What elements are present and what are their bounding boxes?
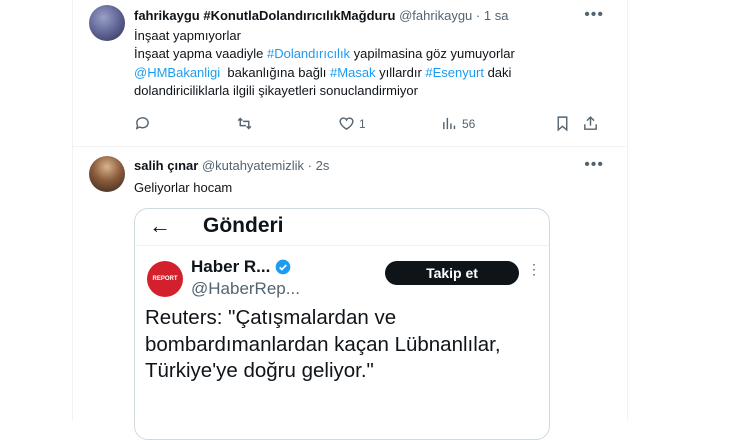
separator: · (475, 8, 481, 23)
separator: · (307, 158, 312, 173)
embed-text: Reuters: "Çatışmalardan ve bombardımanla… (145, 306, 501, 382)
text-span: daki (483, 64, 512, 80)
display-name[interactable]: fahrikaygu #KonutlaDolandırıcılıkMağduru (134, 8, 395, 23)
text-line: İnşaat yapma vaadiyle #Dolandırıcılık ya… (134, 45, 604, 63)
views-button[interactable]: 56 (441, 115, 475, 132)
back-arrow-icon: ← (149, 213, 171, 238)
embed-display-name: Haber R... (191, 257, 291, 277)
text-span: yıllardır (375, 64, 426, 80)
embed-name-text: Haber R... (191, 257, 271, 276)
retweet-button[interactable] (236, 115, 253, 132)
embed-handle: @HaberRep... (191, 279, 300, 298)
embed-title: Gönderi (203, 214, 284, 237)
share-button[interactable] (582, 115, 599, 132)
embedded-screenshot[interactable]: ← Gönderi REPORT Haber R... @HaberRep...… (134, 208, 550, 440)
like-button[interactable]: 1 (338, 115, 366, 132)
hashtag-link[interactable]: #Esenyurt (425, 65, 484, 80)
text-line: @HMBakanligi bakanlığına bağlı #Masak yı… (134, 64, 604, 82)
text-line: dolandiriciliklarla ilgili şikayetleri s… (134, 82, 418, 98)
share-icon (584, 116, 597, 130)
more-icon[interactable]: ••• (584, 156, 604, 174)
like-count: 1 (359, 116, 366, 131)
verified-icon (276, 259, 291, 275)
more-icon[interactable]: ••• (584, 6, 604, 24)
tweet[interactable]: salih çınar @kutahyatemizlik · 2s ••• Ge… (72, 147, 626, 440)
tweet-text: Geliyorlar hocam (134, 180, 233, 195)
timestamp[interactable]: 2s (316, 158, 330, 173)
hashtag-link[interactable]: #Dolandırıcılık (267, 46, 350, 61)
embed-more-icon: ⋮ (527, 261, 541, 277)
embed-header: ← Gönderi (135, 209, 549, 246)
tweet-header: fahrikaygu #KonutlaDolandırıcılıkMağduru… (134, 8, 508, 23)
handle[interactable]: @fahrikaygu (399, 8, 472, 23)
bookmark-button[interactable] (554, 115, 571, 132)
text-line: İnşaat yapmıyorlar (134, 28, 241, 43)
view-count: 56 (462, 116, 476, 131)
text-span: İnşaat yapma vaadiyle (134, 46, 267, 62)
action-bar: 1 56 (134, 115, 614, 133)
tweet-header: salih çınar @kutahyatemizlik · 2s (134, 158, 329, 173)
handle[interactable]: @kutahyatemizlik (202, 158, 304, 173)
timestamp[interactable]: 1 sa (484, 8, 509, 23)
embed-avatar-logo: REPORT (147, 261, 183, 297)
views-icon (443, 117, 456, 130)
tweet[interactable]: fahrikaygu #KonutlaDolandırıcılıkMağduru… (72, 0, 626, 147)
display-name[interactable]: salih çınar (134, 158, 198, 173)
text-span: yapilmasina göz yumuyorlar (350, 46, 515, 62)
text-span: bakanlığına bağlı (220, 64, 331, 80)
bookmark-icon (557, 116, 568, 132)
avatar[interactable] (89, 156, 125, 192)
mention-link[interactable]: @HMBakanligi (134, 65, 220, 80)
like-icon (339, 117, 354, 131)
reply-icon (135, 117, 149, 130)
tweet-text: İnşaat yapmıyorlar İnşaat yapma vaadiyle… (134, 27, 604, 100)
reply-button[interactable] (134, 115, 151, 132)
hashtag-link[interactable]: #Masak (330, 65, 376, 80)
embed-follow-button: Takip et (385, 261, 519, 285)
retweet-icon (237, 117, 252, 130)
avatar[interactable] (89, 5, 125, 41)
